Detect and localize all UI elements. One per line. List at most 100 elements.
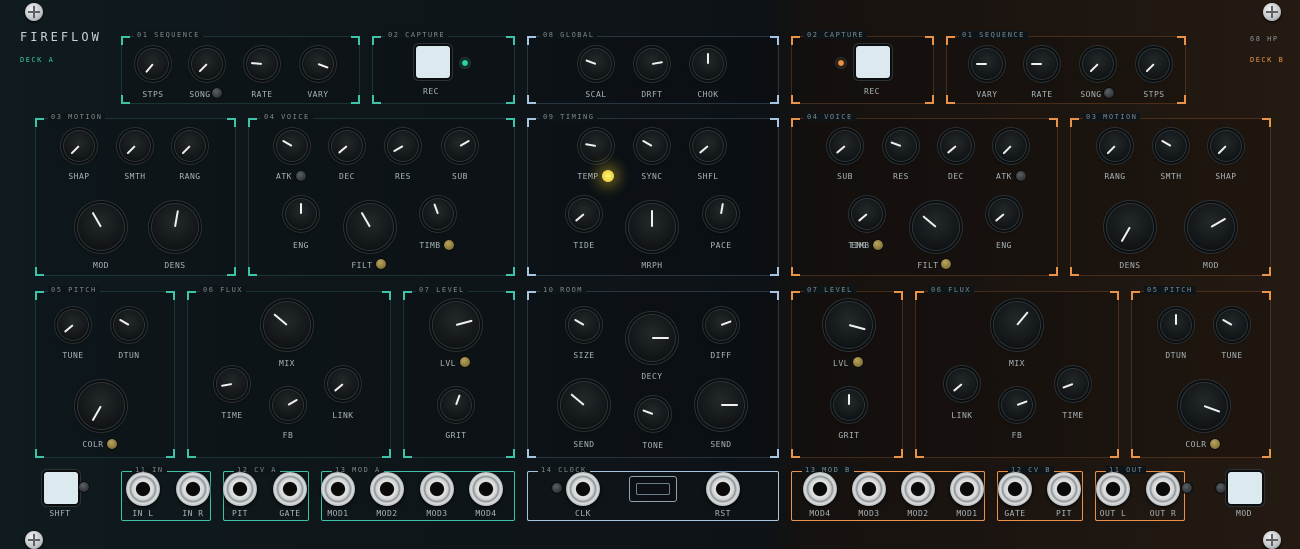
knob-label-mrph: MRPH	[641, 261, 663, 270]
jack-mod3[interactable]	[420, 472, 454, 506]
section-title: 05 PITCH	[1144, 286, 1196, 294]
knob-shap[interactable]	[1211, 131, 1241, 161]
knob-diff[interactable]	[706, 310, 736, 340]
knob-label-mod: MOD	[1203, 261, 1219, 270]
knob-atk[interactable]	[996, 131, 1026, 161]
jack-mod2[interactable]	[370, 472, 404, 506]
knob-pointer	[976, 63, 987, 65]
knob-shap[interactable]	[64, 131, 94, 161]
mod-button[interactable]	[1228, 472, 1262, 504]
knob-link[interactable]	[947, 369, 977, 399]
jack-mod4[interactable]	[803, 472, 837, 506]
knob-sync[interactable]	[637, 131, 667, 161]
knob-send[interactable]	[698, 382, 744, 428]
knob-mix[interactable]	[994, 302, 1040, 348]
knob-rang[interactable]	[175, 131, 205, 161]
knob-filt[interactable]	[913, 204, 959, 250]
knob-lvl[interactable]	[826, 302, 872, 348]
knob-eng[interactable]	[852, 199, 882, 229]
knob-song[interactable]	[192, 49, 222, 79]
jack-gate[interactable]	[998, 472, 1032, 506]
knob-label-link: LINK	[332, 411, 354, 420]
knob-chok[interactable]	[693, 49, 723, 79]
knob-colr[interactable]	[78, 383, 124, 429]
knob-res[interactable]	[388, 131, 418, 161]
jack-mod1[interactable]	[950, 472, 984, 506]
knob-dens[interactable]	[1107, 204, 1153, 250]
knob-mod[interactable]	[1188, 204, 1234, 250]
screw-icon	[25, 3, 43, 21]
rec-button-b[interactable]	[856, 46, 890, 78]
knob-pointer	[1145, 63, 1155, 73]
knob-eng[interactable]	[989, 199, 1019, 229]
knob-dec[interactable]	[941, 131, 971, 161]
jack-out_r[interactable]	[1146, 472, 1180, 506]
knob-rate[interactable]	[247, 49, 277, 79]
knob-pointer	[221, 383, 233, 387]
knob-grit[interactable]	[834, 390, 864, 420]
knob-vary[interactable]	[303, 49, 333, 79]
jack-pit[interactable]	[1047, 472, 1081, 506]
knob-stps[interactable]	[138, 49, 168, 79]
jack-in_l[interactable]	[126, 472, 160, 506]
knob-filt[interactable]	[347, 204, 393, 250]
knob-dtun[interactable]	[114, 310, 144, 340]
rec-button-a[interactable]	[416, 46, 450, 78]
jack-mod1[interactable]	[321, 472, 355, 506]
knob-rang[interactable]	[1100, 131, 1130, 161]
knob-label-lvl: LVL	[833, 359, 849, 368]
knob-tone[interactable]	[638, 399, 668, 429]
jack-mod4[interactable]	[469, 472, 503, 506]
knob-drft[interactable]	[637, 49, 667, 79]
knob-grit[interactable]	[441, 390, 471, 420]
jack-clk[interactable]	[566, 472, 600, 506]
knob-mix[interactable]	[264, 302, 310, 348]
knob-vary[interactable]	[972, 49, 1002, 79]
knob-dec[interactable]	[332, 131, 362, 161]
knob-res[interactable]	[886, 131, 916, 161]
knob-time[interactable]	[217, 369, 247, 399]
knob-mrph[interactable]	[629, 204, 675, 250]
jack-in_r[interactable]	[176, 472, 210, 506]
knob-pointer	[91, 212, 102, 228]
knob-pace[interactable]	[706, 199, 736, 229]
knob-time[interactable]	[1058, 369, 1088, 399]
knob-stps[interactable]	[1139, 49, 1169, 79]
knob-label-atk: ATK	[996, 172, 1012, 181]
jack-mod2[interactable]	[901, 472, 935, 506]
knob-timb[interactable]	[423, 199, 453, 229]
knob-dens[interactable]	[152, 204, 198, 250]
jack-rst[interactable]	[706, 472, 740, 506]
knob-smth[interactable]	[120, 131, 150, 161]
knob-size[interactable]	[569, 310, 599, 340]
knob-rate[interactable]	[1027, 49, 1057, 79]
knob-pointer	[574, 318, 585, 326]
knob-link[interactable]	[328, 369, 358, 399]
knob-dtun[interactable]	[1161, 310, 1191, 340]
knob-tune[interactable]	[1217, 310, 1247, 340]
shift-button[interactable]	[44, 472, 78, 504]
hp-label: 68 HP	[1250, 35, 1279, 43]
knob-tune[interactable]	[58, 310, 88, 340]
knob-fb[interactable]	[273, 390, 303, 420]
knob-atk[interactable]	[277, 131, 307, 161]
knob-colr[interactable]	[1181, 383, 1227, 429]
knob-sub[interactable]	[830, 131, 860, 161]
knob-temp[interactable]	[581, 131, 611, 161]
knob-smth[interactable]	[1156, 131, 1186, 161]
knob-fb[interactable]	[1002, 390, 1032, 420]
jack-gate[interactable]	[273, 472, 307, 506]
knob-eng[interactable]	[286, 199, 316, 229]
knob-sub[interactable]	[445, 131, 475, 161]
knob-shfl[interactable]	[693, 131, 723, 161]
knob-scal[interactable]	[581, 49, 611, 79]
jack-out_l[interactable]	[1096, 472, 1130, 506]
knob-tide[interactable]	[569, 199, 599, 229]
knob-send[interactable]	[561, 382, 607, 428]
knob-song[interactable]	[1083, 49, 1113, 79]
jack-pit[interactable]	[223, 472, 257, 506]
knob-mod[interactable]	[78, 204, 124, 250]
knob-decy[interactable]	[629, 315, 675, 361]
knob-lvl[interactable]	[433, 302, 479, 348]
jack-mod3[interactable]	[852, 472, 886, 506]
